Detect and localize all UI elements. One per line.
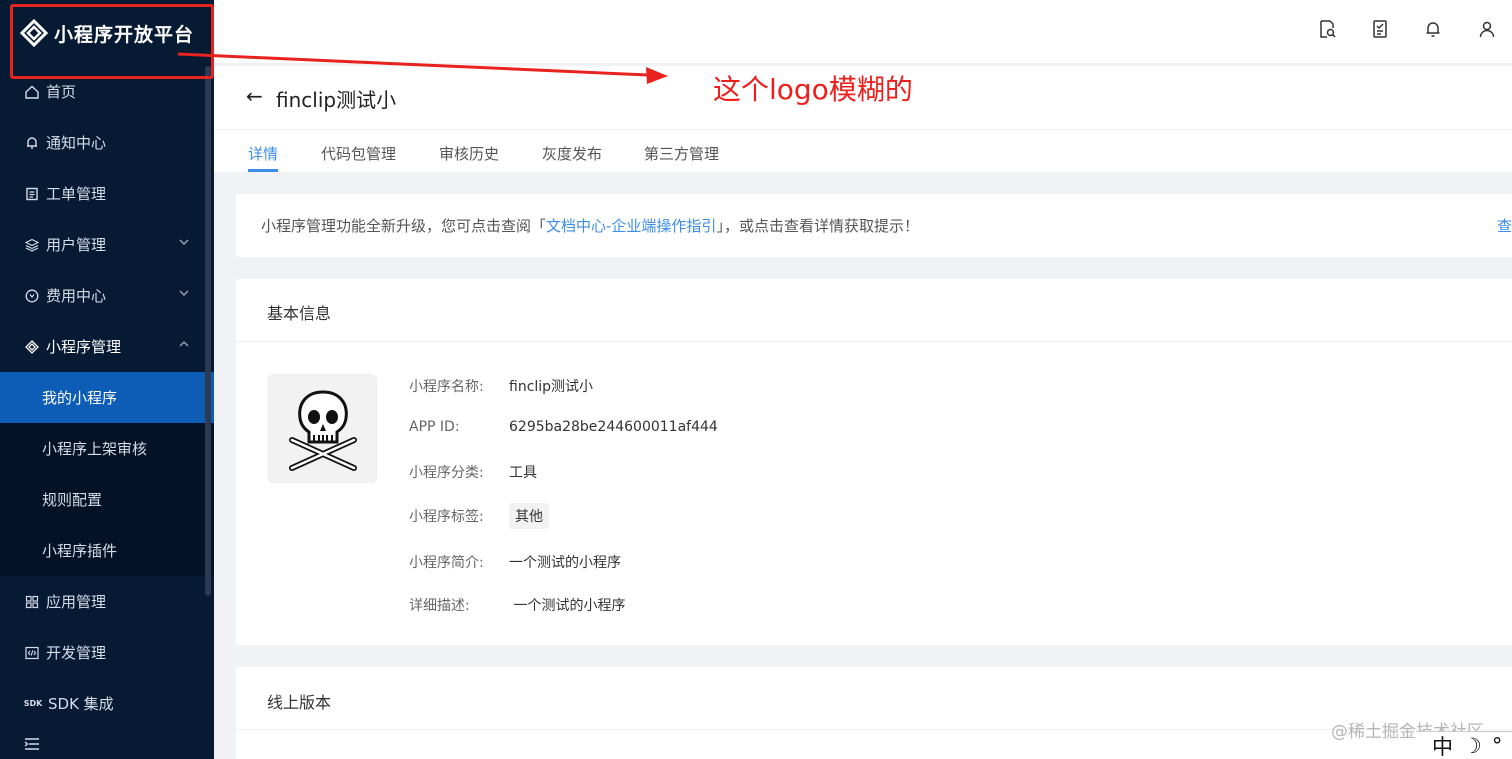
tab-gray-release[interactable]: 灰度发布 xyxy=(542,143,602,164)
tag-badge: 其他 xyxy=(509,503,549,529)
info-value: finclip测试小 xyxy=(509,379,594,395)
notice-suffix: 」，或点击查看详情获取提示！ xyxy=(716,217,919,235)
sidebar-subitem-listing-review[interactable]: 小程序上架审核 xyxy=(0,423,214,474)
info-value: 一个测试的小程序 xyxy=(509,598,626,614)
tab-code-packages[interactable]: 代码包管理 xyxy=(321,143,396,164)
info-label: 小程序分类: xyxy=(409,465,484,481)
info-value: 工具 xyxy=(509,465,537,481)
sidebar-item-label: 用户管理 xyxy=(46,236,107,254)
moon-icon: ☽ xyxy=(1463,733,1482,758)
active-tab-indicator xyxy=(248,169,278,172)
info-label: 小程序简介: xyxy=(409,555,484,571)
info-row-intro: 小程序简介: 一个测试的小程序 xyxy=(409,552,621,572)
sidebar-item-users[interactable]: 用户管理 xyxy=(0,219,214,270)
sidebar-item-label: 工单管理 xyxy=(46,185,107,203)
tabs-divider xyxy=(214,129,1512,130)
sidebar-item-label: SDK 集成 xyxy=(48,695,114,713)
info-label: APP ID: xyxy=(409,419,460,435)
sidebar-item-label: 开发管理 xyxy=(46,644,107,662)
sidebar-scrollbar[interactable] xyxy=(205,66,211,596)
skull-crossbones-icon xyxy=(288,389,357,471)
sdk-icon: SDK xyxy=(23,699,43,708)
sidebar-item-miniprogram-management[interactable]: 小程序管理 xyxy=(0,321,214,372)
sidebar-subitem-rule-config[interactable]: 规则配置 xyxy=(0,474,214,525)
sidebar-subitem-my-miniprograms[interactable]: 我的小程序 xyxy=(0,372,214,423)
online-version-card: 线上版本 xyxy=(236,667,1512,759)
sidebar-item-notifications[interactable]: 通知中心 xyxy=(0,117,214,168)
chevron-down-icon xyxy=(178,236,192,250)
sidebar-item-billing[interactable]: 费用中心 xyxy=(0,270,214,321)
tab-details[interactable]: 详情 xyxy=(248,143,278,164)
upgrade-notice: 小程序管理功能全新升级，您可点击查阅「 文档中心-企业端操作指引 」，或点击查看… xyxy=(236,194,1512,257)
info-label: 小程序标签: xyxy=(409,509,484,525)
ime-dot: ° xyxy=(1491,733,1503,758)
coin-icon xyxy=(24,288,40,304)
basic-info-card: 基本信息 小程序名称: finclip测试小 APP ID: 6295ba28b… xyxy=(236,279,1512,645)
info-row-category: 小程序分类: 工具 xyxy=(409,462,537,482)
sidebar-item-dev[interactable]: 开发管理 xyxy=(0,627,214,678)
info-row-tags: 小程序标签: 其他 xyxy=(409,503,549,529)
info-row-name: 小程序名称: finclip测试小 xyxy=(409,376,593,396)
sidebar-item-label: 费用中心 xyxy=(46,287,107,305)
sidebar-item-label: 通知中心 xyxy=(46,134,107,152)
annotation-text: 这个logo模糊的 xyxy=(713,73,913,106)
sidebar-item-label: 小程序管理 xyxy=(46,338,122,356)
info-label: 详细描述: xyxy=(409,598,470,614)
tab-third-party[interactable]: 第三方管理 xyxy=(644,143,719,164)
info-value: 一个测试的小程序 xyxy=(509,555,621,571)
notice-view-link[interactable]: 查 xyxy=(1497,215,1512,236)
collapse-menu-icon[interactable] xyxy=(24,737,40,751)
info-value: 6295ba28be244600011af444 xyxy=(509,419,718,435)
sidebar-item-apps[interactable]: 应用管理 xyxy=(0,576,214,627)
grid-icon xyxy=(24,594,40,610)
info-row-appid: APP ID: 6295ba28be244600011af444 xyxy=(409,419,718,435)
sidebar-subitem-plugins[interactable]: 小程序插件 xyxy=(0,525,214,576)
diamond-icon xyxy=(24,339,40,355)
divider xyxy=(236,341,1512,342)
sidebar-item-label: 应用管理 xyxy=(46,593,107,611)
doc-center-link[interactable]: 文档中心-企业端操作指引 xyxy=(546,215,716,236)
tab-review-history[interactable]: 审核历史 xyxy=(439,143,499,164)
clipboard-icon xyxy=(24,186,40,202)
section-title: 基本信息 xyxy=(267,304,332,323)
sidebar-item-tickets[interactable]: 工单管理 xyxy=(0,168,214,219)
divider xyxy=(236,729,1512,730)
chevron-up-icon xyxy=(178,338,192,352)
bell-icon xyxy=(24,135,40,151)
code-icon xyxy=(24,645,40,661)
info-label: 小程序名称: xyxy=(409,379,484,395)
miniprogram-logo xyxy=(268,374,377,483)
chevron-down-icon xyxy=(178,287,192,301)
layers-icon xyxy=(24,237,40,253)
info-row-description: 详细描述: 一个测试的小程序 xyxy=(409,595,625,615)
notice-prefix: 小程序管理功能全新升级，您可点击查阅「 xyxy=(261,217,547,235)
section-title: 线上版本 xyxy=(267,693,332,712)
ime-lang: 中 xyxy=(1432,734,1453,759)
ime-indicator[interactable]: 中 ☽ ° xyxy=(1416,731,1512,759)
sidebar-item-sdk[interactable]: SDK SDK 集成 xyxy=(0,678,214,729)
